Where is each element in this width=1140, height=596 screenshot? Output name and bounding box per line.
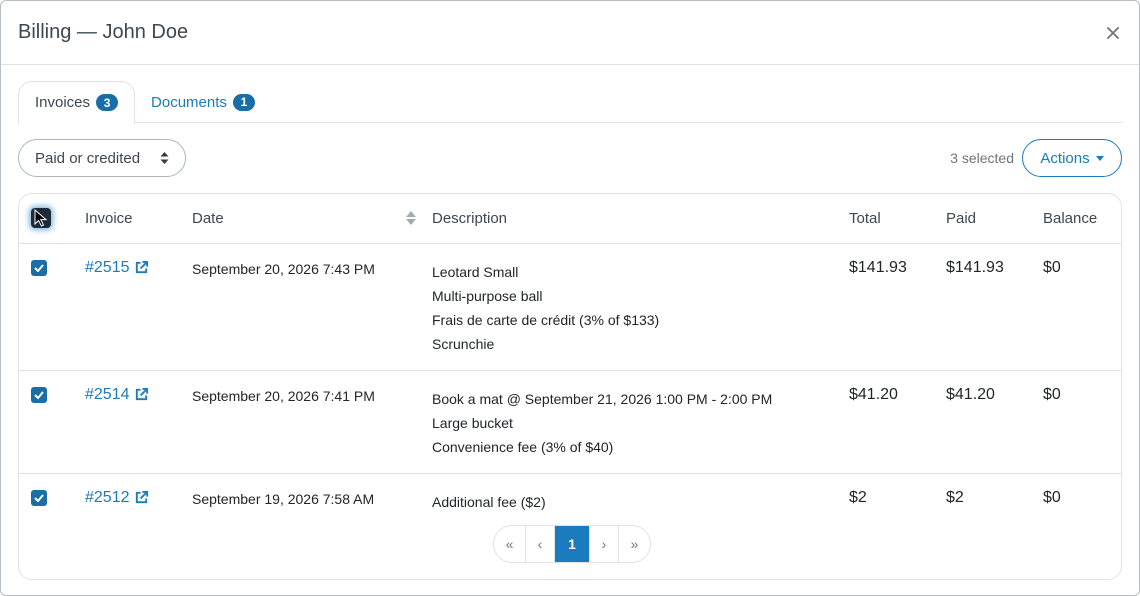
row-checkbox[interactable] [31, 259, 47, 276]
invoice-balance: $0 [1043, 370, 1121, 474]
page-prev-button[interactable]: ‹ [526, 526, 555, 562]
invoice-link[interactable]: #2512 [85, 489, 149, 507]
close-button[interactable] [1103, 23, 1123, 43]
description-line: Large bucket [432, 414, 513, 431]
select-arrows-icon [160, 152, 169, 164]
external-link-icon [135, 490, 148, 504]
header-date-sortable[interactable]: Date [192, 194, 432, 244]
table-row: #2514 September 20, 2026 7:41 PM Book a … [19, 370, 1121, 474]
invoice-total: $2 [849, 488, 867, 506]
invoice-total: $141.93 [849, 243, 946, 371]
invoice-balance: $0 [1043, 488, 1061, 506]
header-invoice: Invoice [85, 194, 192, 244]
invoice-date: September 20, 2026 7:41 PM [192, 370, 432, 474]
status-filter-value: Paid or credited [35, 149, 141, 167]
table-row: #2512 September 19, 2026 7:58 AM Additio… [19, 473, 1121, 533]
page-current-button[interactable]: 1 [555, 526, 590, 562]
invoice-description: Book a mat @ September 21, 2026 1:00 PM … [432, 370, 849, 474]
mouse-cursor-icon [34, 209, 48, 227]
row-checkbox[interactable] [31, 489, 47, 506]
check-icon [34, 263, 44, 272]
invoice-link[interactable]: #2514 [85, 386, 149, 404]
invoice-number: #2514 [85, 385, 130, 403]
table-header-row: Invoice Date Description Total Paid Bala… [19, 194, 1121, 244]
billing-modal: Billing — John Doe Invoices 3 Documents … [0, 0, 1140, 596]
caret-down-icon [1095, 155, 1104, 161]
invoice-description: Leotard Small Multi-purpose ball Frais d… [432, 243, 849, 371]
modal-header: Billing — John Doe [1, 1, 1139, 65]
selected-count: 3 selected [950, 150, 1014, 166]
page-next-button[interactable]: › [590, 526, 619, 562]
header-description: Description [432, 194, 849, 244]
invoice-paid: $141.93 [946, 243, 1043, 371]
check-icon [34, 390, 44, 399]
invoice-link[interactable]: #2515 [85, 259, 149, 277]
description-line: Scrunchie [432, 335, 495, 352]
selection-tools: 3 selected Actions [950, 139, 1122, 177]
tab-bar: Invoices 3 Documents 1 [18, 81, 1122, 124]
header-date-label: Date [192, 209, 224, 227]
tab-documents-label: Documents [151, 93, 227, 111]
pagination: « ‹ 1 › » [493, 525, 651, 563]
description-line: Additional fee ($2) [432, 493, 546, 510]
header-paid: Paid [946, 194, 1043, 244]
external-link-icon [135, 387, 148, 401]
header-balance: Balance [1043, 194, 1121, 244]
invoice-number: #2512 [85, 488, 130, 506]
description-line: Convenience fee (3% of $40) [432, 438, 614, 455]
status-filter-select[interactable]: Paid or credited [18, 139, 186, 177]
tab-invoices-label: Invoices [35, 94, 91, 111]
tab-documents-count-badge: 1 [232, 93, 255, 111]
modal-title: Billing — John Doe [18, 21, 189, 43]
row-checkbox[interactable] [31, 386, 47, 403]
actions-dropdown-button[interactable]: Actions [1022, 139, 1122, 177]
page-first-button[interactable]: « [494, 526, 526, 562]
select-all-checkbox[interactable] [31, 208, 51, 229]
check-icon [34, 493, 44, 502]
invoices-table: Invoice Date Description Total Paid Bala… [19, 194, 1121, 533]
invoice-date: September 20, 2026 7:43 PM [192, 243, 432, 371]
invoice-paid: $41.20 [946, 370, 1043, 474]
table-row: #2515 September 20, 2026 7:43 PM Leotard… [19, 243, 1121, 371]
invoice-balance: $0 [1043, 243, 1121, 371]
description-line: Book a mat @ September 21, 2026 1:00 PM … [432, 390, 773, 407]
close-icon [1107, 26, 1119, 39]
invoice-description: Additional fee ($2) [432, 473, 849, 533]
actions-label: Actions [1040, 149, 1090, 167]
header-total: Total [849, 194, 946, 244]
invoice-number: #2515 [85, 258, 130, 276]
description-line: Multi-purpose ball [432, 287, 543, 304]
description-line: Leotard Small [432, 263, 519, 280]
description-line: Frais de carte de crédit (3% of $133) [432, 311, 660, 328]
sort-icon [406, 211, 416, 226]
header-select-all-cell [19, 194, 85, 244]
tab-invoices-count-badge: 3 [96, 94, 119, 111]
invoice-paid: $2 [946, 488, 964, 506]
tab-invoices[interactable]: Invoices 3 [18, 81, 136, 124]
toolbar: Paid or credited 3 selected Actions [18, 139, 1122, 177]
page-last-button[interactable]: » [619, 526, 650, 562]
invoices-table-card: Invoice Date Description Total Paid Bala… [18, 193, 1122, 580]
invoice-date: September 19, 2026 7:58 AM [192, 490, 375, 507]
tab-documents[interactable]: Documents 1 [135, 81, 271, 123]
external-link-icon [135, 260, 148, 274]
invoice-total: $41.20 [849, 370, 946, 474]
